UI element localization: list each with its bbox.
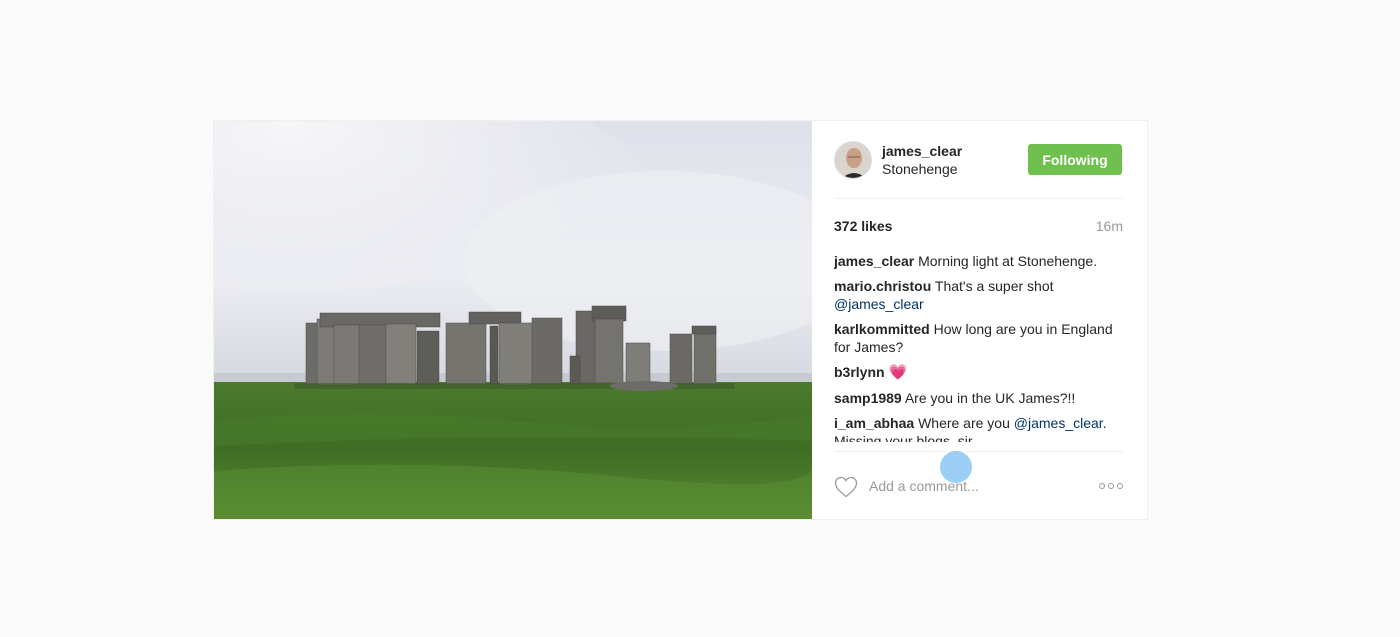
author-avatar[interactable]: [834, 140, 872, 179]
comment-item: mario.christou That's a super shot @jame…: [834, 277, 1123, 313]
more-dot-icon: [1117, 482, 1123, 489]
comment-input[interactable]: [869, 473, 1099, 498]
comment-username[interactable]: mario.christou: [834, 278, 931, 294]
stonehenge-photo: [214, 121, 812, 519]
avatar-icon: [835, 141, 871, 178]
comment-text: Are you in the UK James?!!: [904, 390, 1076, 406]
comment-username[interactable]: james_clear: [834, 253, 914, 269]
post-sidebar: james_clear Stonehenge Following 372 lik…: [812, 121, 1147, 519]
likes-count[interactable]: 372 likes: [834, 218, 892, 234]
post-card: james_clear Stonehenge Following 372 lik…: [213, 120, 1148, 520]
more-dot-icon: [1108, 482, 1114, 489]
more-dot-icon: [1099, 482, 1105, 489]
comment-bar: [834, 451, 1123, 519]
comment-text: Morning light at Stonehenge.: [918, 253, 1098, 269]
author-info: james_clear Stonehenge: [882, 142, 1028, 178]
comment-item: karlkommitted How long are you in Englan…: [834, 320, 1123, 356]
comment-item: i_am_abhaa Where are you @james_clear. M…: [834, 414, 1123, 442]
comment-username[interactable]: samp1989: [834, 390, 902, 406]
comment-text: That's a super shot: [934, 278, 1054, 294]
comment-item: james_clear Morning light at Stonehenge.: [834, 252, 1123, 270]
pointer-cursor: [940, 451, 972, 483]
post-meta: 372 likes 16m: [834, 218, 1123, 234]
post-location[interactable]: Stonehenge: [882, 160, 1028, 178]
comment-username[interactable]: i_am_abhaa: [834, 415, 914, 431]
comment-text: Where are you: [918, 415, 1014, 431]
comment-username[interactable]: karlkommitted: [834, 321, 930, 337]
comment-item: b3rlynn 💗: [834, 363, 1123, 382]
author-username[interactable]: james_clear: [882, 142, 1028, 160]
comment-mention[interactable]: @james_clear: [1014, 415, 1103, 431]
comment-mention[interactable]: @james_clear: [834, 296, 924, 312]
post-photo[interactable]: [214, 121, 812, 519]
comment-username[interactable]: b3rlynn: [834, 364, 885, 380]
comments-list: james_clear Morning light at Stonehenge.…: [834, 252, 1123, 442]
following-button[interactable]: Following: [1028, 144, 1122, 175]
heart-outline-icon[interactable]: [834, 476, 858, 498]
comment-item: samp1989 Are you in the UK James?!!: [834, 389, 1123, 407]
more-options-button[interactable]: [1099, 479, 1123, 493]
post-header: james_clear Stonehenge Following: [834, 121, 1123, 199]
heart-emoji: 💗: [888, 364, 908, 381]
post-age[interactable]: 16m: [1096, 218, 1123, 234]
